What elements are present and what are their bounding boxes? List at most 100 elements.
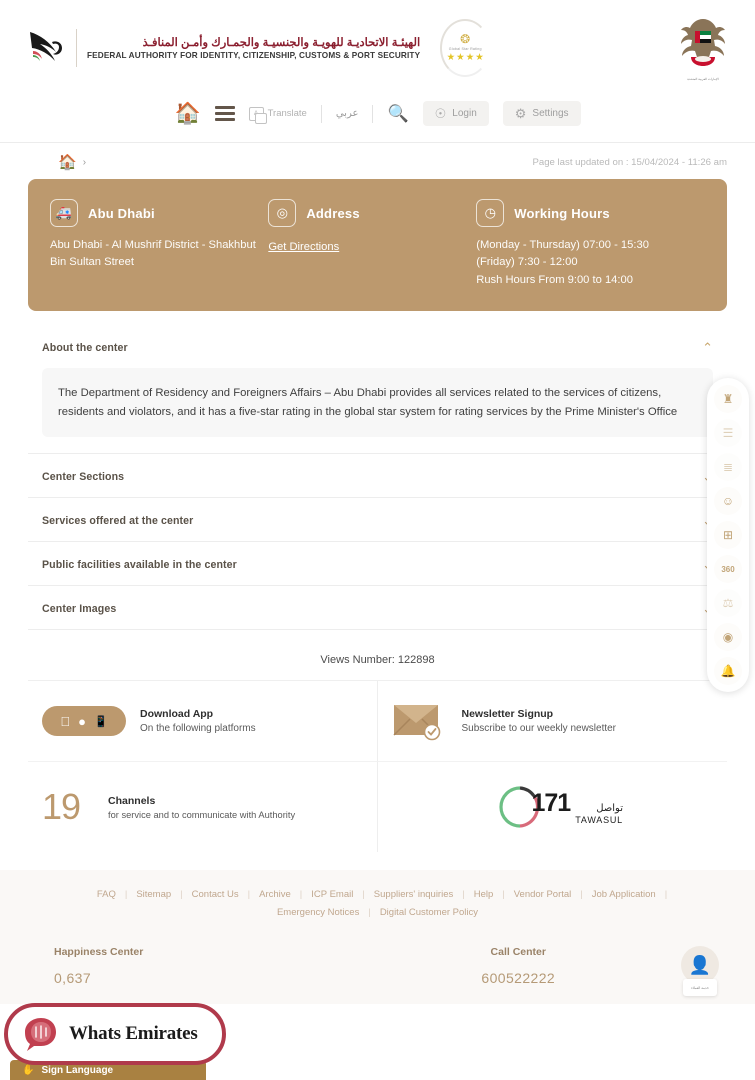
about-center-text: The Department of Residency and Foreigne…: [42, 368, 713, 438]
info-body-hours: (Monday - Thursday) 07:00 - 15:30 (Frida…: [476, 239, 649, 286]
page-root: الهيئـة الاتحاديـة للهويـة والجنسيـة وال…: [0, 0, 755, 1080]
last-updated-text: Page last updated on : 15/04/2024 - 11:2…: [532, 156, 727, 168]
whats-emirates-watermark: Whats Emirates: [4, 1003, 226, 1065]
floating-side-toolbar: ♜ ☰ ≣ ☺ ⊞ 360 ⚖ ◉ 🔔: [707, 378, 749, 692]
nav-divider-1: [320, 104, 322, 123]
footer-link-faq[interactable]: FAQ: [88, 886, 125, 904]
360-tour-icon[interactable]: 360: [714, 555, 742, 583]
uae-emblem-icon[interactable]: ♜: [714, 385, 742, 413]
promo-grid:  ● 📱 Download App On the following plat…: [28, 681, 728, 853]
home-icon: 🏠: [174, 102, 201, 125]
footer-link-emergency-notices[interactable]: Emergency Notices: [268, 904, 368, 922]
accordion-label-about: About the center: [42, 341, 128, 354]
main-navigation: 🏠 A Translate عربي 🔍 ☉ Login ⚙ Settings: [0, 95, 755, 143]
arabic-language-link[interactable]: عربي: [336, 108, 359, 119]
emblem-caption: الإمارات العربية المتحدة: [687, 76, 719, 81]
tawasul-number: 171: [531, 789, 572, 818]
nav-divider-2: [372, 104, 374, 123]
info-title-hours: Working Hours: [514, 205, 610, 221]
home-icon[interactable]: 🏠: [58, 153, 77, 171]
footer-link-vendor-portal[interactable]: Vendor Portal: [505, 886, 581, 904]
accordion-header-about[interactable]: About the center ⌃: [28, 325, 727, 368]
channels-count: 19: [42, 786, 81, 828]
android-icon: ●: [73, 713, 86, 729]
accordion-label-facilities: Public facilities available in the cente…: [42, 558, 237, 571]
customer-pulse-icon[interactable]: ◉: [714, 623, 742, 651]
notification-bell-icon[interactable]: 🔔: [714, 657, 742, 685]
views-counter: Views Number: 122898: [28, 640, 727, 682]
balance-scale-icon[interactable]: ⚖: [714, 589, 742, 617]
gear-icon: ⚙: [514, 106, 527, 121]
accordion-label-services: Services offered at the center: [42, 514, 194, 527]
accordion-header-facilities[interactable]: Public facilities available in the cente…: [28, 542, 727, 585]
search-button[interactable]: 🔍: [387, 105, 408, 122]
tawasul-cell[interactable]: 171 تواصل TAWASUL: [378, 762, 728, 852]
happiness-meter-icon[interactable]: ☺: [714, 487, 742, 515]
footer-link-suppliers-inquiries[interactable]: Suppliers' inquiries: [365, 886, 462, 904]
whats-emirates-label: Whats Emirates: [69, 1023, 198, 1044]
apple-icon: : [60, 714, 70, 729]
download-app-title: Download App: [140, 708, 214, 721]
accordion-header-services[interactable]: Services offered at the center ⌄: [28, 498, 727, 541]
document-list-icon[interactable]: ≣: [714, 453, 742, 481]
footer-link-row-1: FAQ | Sitemap | Contact Us | Archive | ICP E…: [40, 886, 715, 904]
footer-link-sitemap[interactable]: Sitemap: [127, 886, 180, 904]
translate-label: Translate: [267, 108, 307, 119]
info-title-city: Abu Dhabi: [88, 205, 155, 221]
footer-link-help[interactable]: Help: [465, 886, 503, 904]
settings-button[interactable]: ⚙ Settings: [502, 101, 581, 126]
site-header: الهيئـة الاتحاديـة للهويـة والجنسيـة وال…: [0, 0, 755, 95]
nav-home-button[interactable]: 🏠: [174, 103, 200, 124]
translate-button[interactable]: A Translate: [248, 106, 307, 124]
falcon-logo-icon: [30, 31, 62, 61]
get-directions-link[interactable]: Get Directions: [268, 241, 339, 253]
badge-stars: ★ ★ ★ ★: [446, 51, 484, 63]
badge-caption: Global Star Rating: [448, 46, 482, 51]
info-column-hours: ◷ Working Hours (Monday - Thursday) 07:0…: [476, 199, 705, 289]
building-icon: 🚑: [50, 199, 78, 227]
footer-link-job-application[interactable]: Job Application: [583, 886, 665, 904]
happiness-center-block: Happiness Center 0,637: [28, 946, 364, 986]
info-title-address: Address: [306, 205, 360, 221]
footer-link-row-2: Emergency Notices | Digital Customer Poli…: [40, 904, 715, 922]
accordion-label-images: Center Images: [42, 602, 117, 615]
location-pin-icon: ◎: [268, 199, 297, 227]
center-accordion: About the center ⌃ The Department of Res…: [28, 325, 727, 631]
accordion-header-sections[interactable]: Center Sections ⌄: [28, 454, 727, 497]
footer-link-icp-email[interactable]: ICP Email: [302, 886, 362, 904]
breadcrumb: 🏠 › Page last updated on : 15/04/2024 - …: [0, 143, 755, 179]
accordion-header-images[interactable]: Center Images ⌄: [28, 586, 727, 629]
accordion-item-about: About the center ⌃ The Department of Res…: [28, 325, 727, 455]
footer-link-archive[interactable]: Archive: [250, 886, 300, 904]
services-grid-icon[interactable]: ⊞: [714, 521, 742, 549]
login-label: Login: [452, 108, 477, 119]
newsletter-cell[interactable]: Newsletter Signup Subscribe to our weekl…: [377, 681, 727, 763]
user-circle-icon: ☉: [434, 106, 447, 121]
footer-sep: |: [664, 889, 668, 901]
accordion-item-facilities: Public facilities available in the cente…: [28, 542, 727, 587]
login-button[interactable]: ☉ Login: [422, 101, 489, 126]
newsletter-subtitle: Subscribe to our weekly newsletter: [461, 723, 617, 735]
call-center-number[interactable]: 600522222: [364, 970, 674, 986]
newsletter-title: Newsletter Signup: [461, 708, 554, 721]
info-column-address: ◎ Address Get Directions: [268, 199, 476, 289]
footer-link-contact-us[interactable]: Contact Us: [183, 886, 248, 904]
hamburger-menu-icon[interactable]: [214, 106, 235, 121]
channels-cell: 19 Channels for service and to communica…: [28, 762, 378, 853]
site-logo[interactable]: الهيئـة الاتحاديـة للهويـة والجنسيـة وال…: [26, 26, 420, 70]
accordion-item-services: Services offered at the center ⌄: [28, 498, 727, 543]
sign-language-icon: ✋: [22, 1064, 35, 1076]
sign-language-label: Sign Language: [41, 1064, 114, 1076]
phone-icon: 📱: [89, 715, 108, 728]
happiness-center-title: Happiness Center: [54, 946, 144, 959]
footer-link-digital-customer-policy[interactable]: Digital Customer Policy: [371, 904, 487, 922]
center-info-card: 🚑 Abu Dhabi Abu Dhabi - Al Mushrif Distr…: [28, 179, 727, 312]
tawasul-latin: TAWASUL: [575, 814, 623, 825]
chevron-up-icon[interactable]: ⌃: [702, 341, 713, 354]
customer-avatar-block[interactable]: 👤 خدمة العملاء: [673, 946, 727, 997]
news-icon[interactable]: ☰: [714, 419, 742, 447]
logo-arabic-title: الهيئـة الاتحاديـة للهويـة والجنسيـة وال…: [142, 37, 421, 49]
star-rating-badge-icon: ❂ Global Star Rating ★ ★ ★ ★: [434, 15, 496, 81]
download-app-cell[interactable]:  ● 📱 Download App On the following plat…: [28, 681, 378, 763]
app-store-badges[interactable]:  ● 📱: [42, 706, 126, 737]
